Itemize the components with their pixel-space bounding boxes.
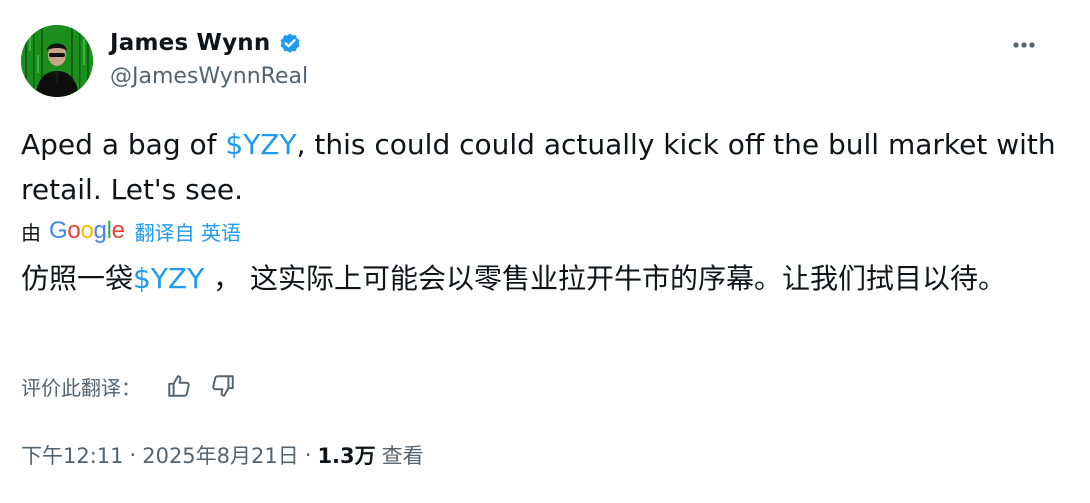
translated-text-after: ， 这实际上可能会以零售业拉开牛市的序幕。让我们拭目以待。	[204, 262, 1007, 295]
google-logo: Google	[49, 217, 125, 244]
more-horizontal-icon	[1013, 42, 1035, 48]
translated-text: 仿照一袋$YZY ， 这实际上可能会以零售业拉开牛市的序幕。让我们拭目以待。	[21, 255, 1061, 302]
views-label: 查看	[381, 444, 424, 468]
translated-text-before: 仿照一袋	[21, 262, 134, 295]
tweet-text: Aped a bag of $YZY, this could could act…	[21, 122, 1061, 212]
thumbs-up-icon	[168, 375, 190, 397]
thumbs-down-button[interactable]	[203, 368, 243, 404]
author-name-row: James Wynn	[110, 27, 302, 59]
thumbs-down-icon	[212, 375, 234, 397]
tweet: James Wynn @JamesWynnReal Aped a bag of …	[0, 0, 1090, 503]
tweet-meta-row: 下午12:11 · 2025年8月21日 · 1.3万 查看	[21, 437, 424, 473]
thumbs-up-button[interactable]	[159, 368, 199, 404]
tweet-time[interactable]: 下午12:11	[21, 440, 124, 470]
verified-badge-icon[interactable]	[278, 31, 302, 55]
meta-separator: ·	[129, 443, 137, 467]
translated-cashtag-link[interactable]: $YZY	[133, 262, 204, 295]
rate-translation-label: 评价此翻译：	[21, 375, 141, 400]
tweet-text-before: Aped a bag of	[21, 128, 226, 161]
author-display-name[interactable]: James Wynn	[110, 30, 270, 56]
translation-by-label: 由	[21, 220, 41, 245]
cashtag-link[interactable]: $YZY	[225, 128, 296, 161]
views-count: 1.3万	[317, 444, 376, 468]
meta-separator: ·	[304, 443, 312, 467]
avatar[interactable]	[21, 25, 93, 97]
avatar-image	[21, 25, 93, 97]
more-options-button[interactable]	[1000, 30, 1048, 60]
author-handle[interactable]: @JamesWynnReal	[110, 64, 308, 89]
translation-attribution: 由 Google 翻译自 英语	[21, 215, 241, 247]
rate-translation-row: 评价此翻译：	[21, 368, 247, 404]
translated-from-link[interactable]: 翻译自 英语	[135, 217, 241, 246]
tweet-date[interactable]: 2025年8月21日	[142, 440, 299, 470]
